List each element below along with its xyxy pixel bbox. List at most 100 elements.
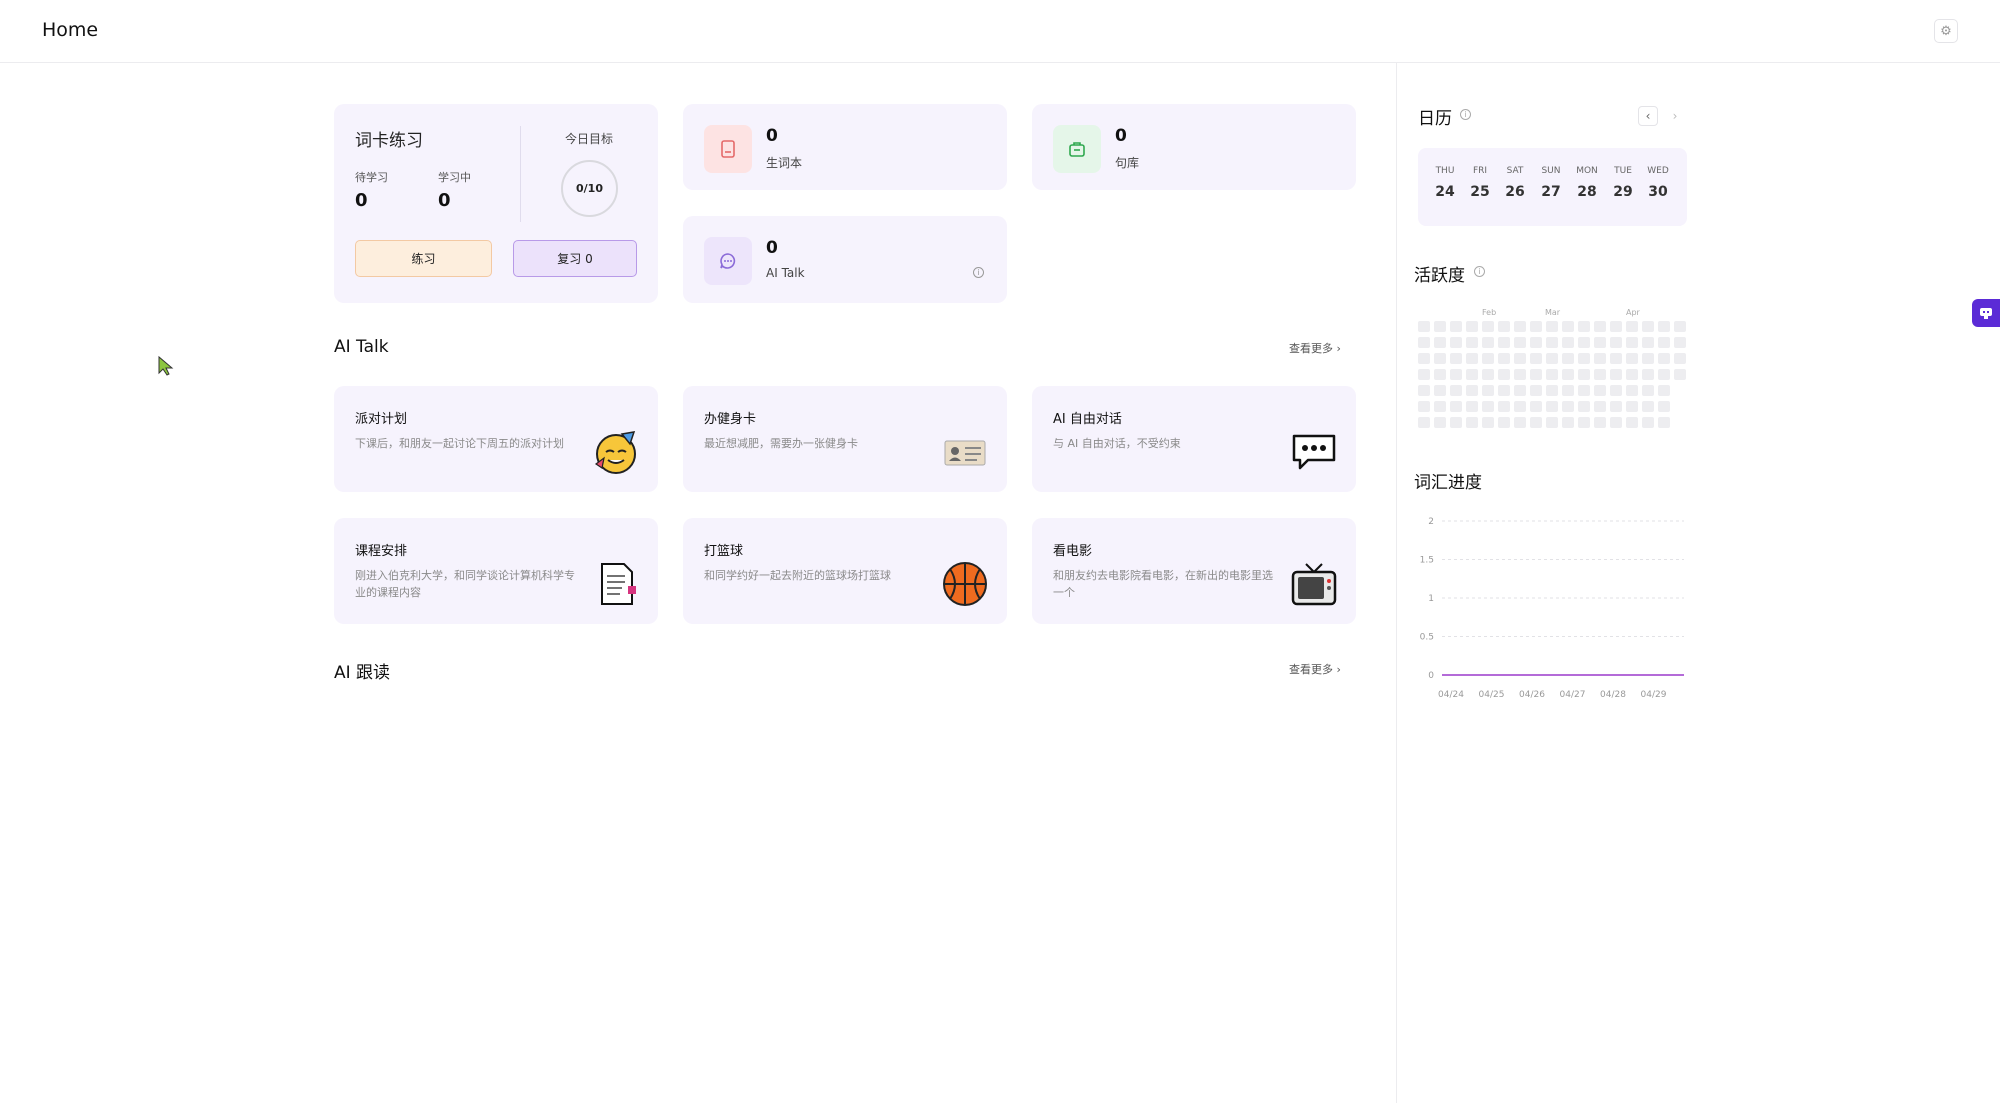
info-icon[interactable]: i bbox=[1460, 109, 1471, 120]
x-tick-label: 04/26 bbox=[1519, 690, 1545, 700]
info-icon[interactable]: i bbox=[973, 267, 984, 278]
heatmap-cell bbox=[1642, 337, 1654, 348]
heatmap-cell bbox=[1418, 353, 1430, 364]
heatmap-cell bbox=[1530, 337, 1542, 348]
heatmap-cell bbox=[1610, 337, 1622, 348]
heatmap-cell bbox=[1514, 417, 1526, 428]
chevron-right-icon: › bbox=[1336, 663, 1341, 676]
heatmap-cell bbox=[1546, 337, 1558, 348]
heatmap-cell bbox=[1562, 369, 1574, 380]
gear-icon[interactable]: ⚙ bbox=[1934, 19, 1958, 43]
heatmap-cell bbox=[1498, 369, 1510, 380]
sentence-bank-card[interactable]: 0 句库 bbox=[1032, 104, 1356, 190]
y-tick-label: 1.5 bbox=[1420, 556, 1434, 566]
to-learn-value: 0 bbox=[355, 190, 368, 211]
heatmap-cell bbox=[1450, 369, 1462, 380]
heatmap-cell bbox=[1466, 385, 1478, 396]
heatmap-cell bbox=[1594, 369, 1606, 380]
heatmap-cell bbox=[1546, 321, 1558, 332]
calendar-day[interactable]: WED 30 bbox=[1640, 148, 1676, 200]
info-icon[interactable]: i bbox=[1474, 266, 1485, 277]
heatmap-cell bbox=[1626, 353, 1638, 364]
heatmap-cell bbox=[1418, 337, 1430, 348]
ai-follow-more-link[interactable]: 查看更多 › bbox=[1289, 661, 1341, 677]
heatmap-cell bbox=[1674, 337, 1686, 348]
heatmap-cell bbox=[1466, 321, 1478, 332]
heatmap-cell bbox=[1530, 401, 1542, 412]
talk-card-party[interactable]: 派对计划 下课后，和朋友一起讨论下周五的派对计划 bbox=[334, 386, 658, 492]
party-face-icon bbox=[594, 431, 636, 474]
calendar-title: 日历 bbox=[1418, 109, 1452, 129]
talk-card-title: AI 自由对话 bbox=[1053, 412, 1122, 427]
chevron-left-icon[interactable]: ‹ bbox=[1638, 106, 1658, 126]
heatmap-cell bbox=[1530, 385, 1542, 396]
heatmap-cell bbox=[1514, 401, 1526, 412]
talk-card-title: 看电影 bbox=[1053, 544, 1093, 559]
heatmap-cell bbox=[1514, 321, 1526, 332]
heatmap-cell bbox=[1658, 401, 1670, 412]
heatmap-cell bbox=[1626, 401, 1638, 412]
sentence-count: 0 bbox=[1115, 126, 1127, 146]
talk-card-basketball[interactable]: 打篮球 和同学约好一起去附近的篮球场打篮球 bbox=[683, 518, 1007, 624]
document-icon bbox=[601, 563, 636, 605]
calendar-day[interactable]: TUE 29 bbox=[1605, 148, 1641, 200]
practice-divider bbox=[520, 126, 521, 222]
heatmap-cell bbox=[1530, 369, 1542, 380]
chevron-right-icon: › bbox=[1336, 342, 1341, 355]
heatmap-cell bbox=[1562, 385, 1574, 396]
vocab-label: 生词本 bbox=[766, 156, 803, 170]
x-tick-label: 04/24 bbox=[1438, 690, 1464, 700]
ai-talk-stat-card[interactable]: 0 AI Talk i bbox=[683, 216, 1007, 303]
right-panel-divider bbox=[1396, 63, 1397, 1103]
heatmap-cell bbox=[1658, 369, 1670, 380]
calendar-day[interactable]: FRI 25 bbox=[1462, 148, 1498, 200]
heatmap-cell bbox=[1434, 337, 1446, 348]
calendar-day[interactable]: THU 24 bbox=[1427, 148, 1463, 200]
id-card-icon bbox=[944, 440, 986, 466]
to-learn-label: 待学习 bbox=[355, 171, 388, 184]
heatmap-cell bbox=[1498, 337, 1510, 348]
heatmap-cell bbox=[1658, 353, 1670, 364]
ai-talk-more-link[interactable]: 查看更多 › bbox=[1289, 340, 1341, 356]
chevron-right-icon[interactable]: › bbox=[1665, 106, 1685, 126]
heatmap-cell bbox=[1578, 385, 1590, 396]
side-assistant-tab[interactable] bbox=[1972, 299, 2000, 327]
heatmap-cell bbox=[1482, 417, 1494, 428]
practice-button[interactable]: 练习 bbox=[355, 240, 492, 277]
top-bar: Home ⚙ bbox=[0, 0, 2000, 63]
vocab-book-card[interactable]: 0 生词本 bbox=[683, 104, 1007, 190]
heatmap-cell bbox=[1434, 385, 1446, 396]
heatmap-cell bbox=[1466, 337, 1478, 348]
heatmap-cell bbox=[1482, 401, 1494, 412]
heatmap-cell bbox=[1546, 385, 1558, 396]
heatmap-cell bbox=[1562, 417, 1574, 428]
calendar-day[interactable]: MON 28 bbox=[1569, 148, 1605, 200]
calendar-day[interactable]: SUN 27 bbox=[1533, 148, 1569, 200]
heatmap-cell bbox=[1514, 369, 1526, 380]
heatmap-cell bbox=[1530, 353, 1542, 364]
heatmap-cell bbox=[1450, 385, 1462, 396]
talk-card-gym[interactable]: 办健身卡 最近想减肥，需要办一张健身卡 bbox=[683, 386, 1007, 492]
vocab-count: 0 bbox=[766, 126, 778, 146]
page-title: Home bbox=[42, 19, 99, 41]
heatmap-cell bbox=[1482, 337, 1494, 348]
heatmap-cell bbox=[1498, 417, 1510, 428]
heatmap-cell bbox=[1610, 369, 1622, 380]
talk-card-movie[interactable]: 看电影 和朋友约去电影院看电影，在新出的电影里选一个 bbox=[1032, 518, 1356, 624]
talk-card-desc: 刚进入伯克利大学，和同学谈论计算机科学专业的课程内容 bbox=[355, 569, 575, 599]
heatmap-cell bbox=[1562, 401, 1574, 412]
talk-card-desc: 和朋友约去电影院看电影，在新出的电影里选一个 bbox=[1053, 569, 1273, 599]
talk-card-title: 打篮球 bbox=[704, 544, 744, 559]
heatmap-cell bbox=[1418, 417, 1430, 428]
y-tick-label: 1 bbox=[1428, 594, 1434, 604]
talk-card-free-chat[interactable]: AI 自由对话 与 AI 自由对话，不受约束 bbox=[1032, 386, 1356, 492]
heatmap-cell bbox=[1546, 369, 1558, 380]
heatmap-cell bbox=[1658, 417, 1670, 428]
review-button[interactable]: 复习 0 bbox=[513, 240, 637, 277]
heatmap-cell bbox=[1418, 321, 1430, 332]
heatmap-cell bbox=[1514, 353, 1526, 364]
calendar-day[interactable]: SAT 26 bbox=[1497, 148, 1533, 200]
heatmap-cell bbox=[1658, 385, 1670, 396]
heatmap-cell bbox=[1562, 321, 1574, 332]
talk-card-courses[interactable]: 课程安排 刚进入伯克利大学，和同学谈论计算机科学专业的课程内容 bbox=[334, 518, 658, 624]
